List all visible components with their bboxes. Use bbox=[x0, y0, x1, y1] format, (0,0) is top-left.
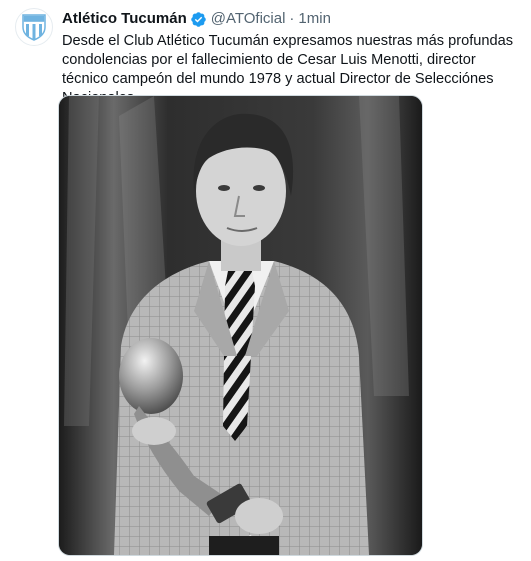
photo-illustration bbox=[59, 96, 422, 555]
author-name[interactable]: Atlético Tucumán bbox=[62, 10, 187, 28]
tweet-timestamp[interactable]: 1min bbox=[298, 10, 331, 28]
tweet[interactable]: Atlético Tucumán @ATOficial · 1min Desde… bbox=[0, 0, 531, 561]
verified-badge-icon bbox=[190, 11, 207, 28]
header-separator: · bbox=[289, 10, 295, 27]
tweet-header: Atlético Tucumán @ATOficial · 1min bbox=[62, 10, 522, 28]
club-crest-icon bbox=[22, 14, 46, 41]
tweet-content: Atlético Tucumán @ATOficial · 1min Desde… bbox=[62, 10, 522, 108]
tweet-photo[interactable] bbox=[58, 95, 423, 556]
avatar[interactable] bbox=[15, 8, 53, 46]
author-handle[interactable]: @ATOficial bbox=[211, 10, 286, 28]
